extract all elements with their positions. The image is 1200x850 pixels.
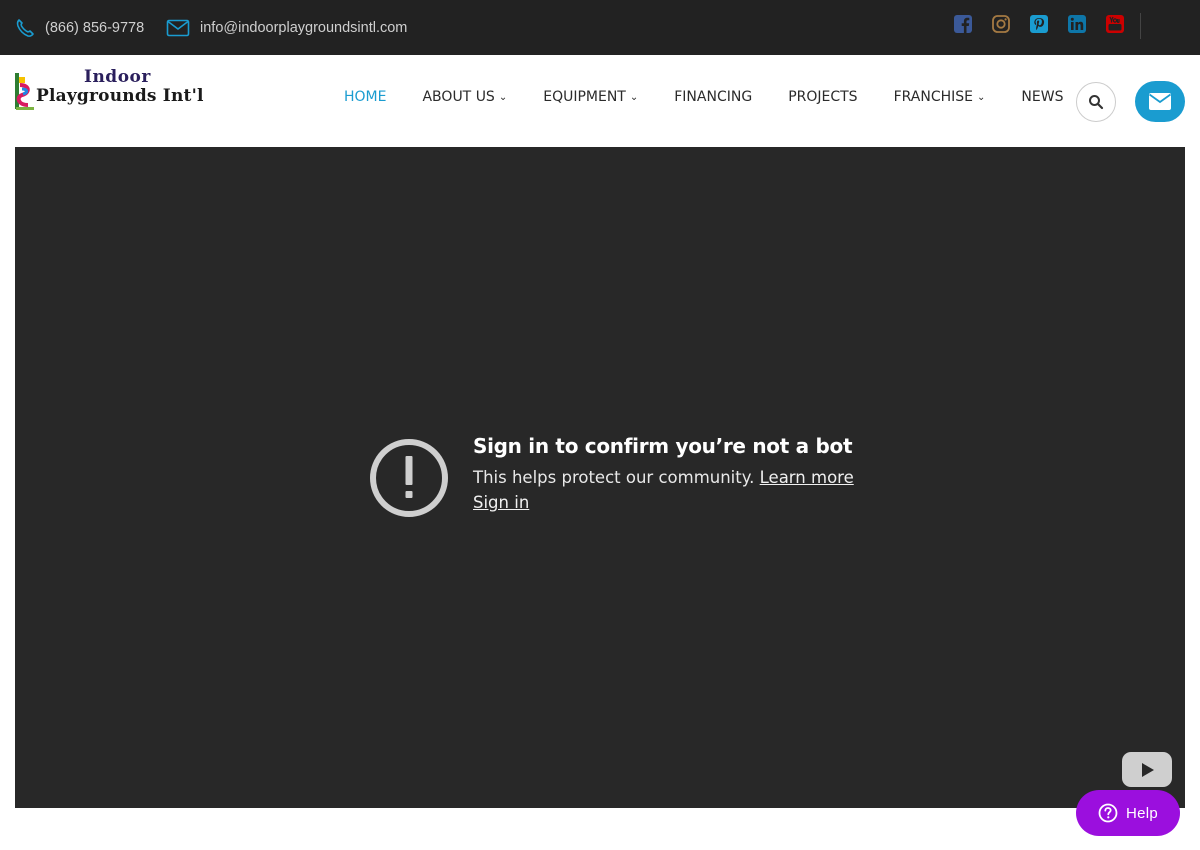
nav-about-us[interactable]: ABOUT US ⌄ [422,89,507,105]
question-circle-icon [1098,803,1118,823]
chevron-down-icon: ⌄ [498,91,508,103]
youtube-icon[interactable] [1105,14,1125,34]
nav-projects-label: PROJECTS [788,89,858,105]
sign-in-link[interactable]: Sign in [473,493,529,512]
linkedin-icon[interactable] [1067,14,1087,34]
top-bar: (866) 856-9778 info@indoorplaygroundsint… [0,0,1200,55]
search-button[interactable] [1076,82,1116,122]
bot-check-subtitle-text: This helps protect our community. [473,468,755,487]
youtube-play-button[interactable] [1122,752,1172,787]
nav-projects[interactable]: PROJECTS [788,89,857,105]
nav-home-label: HOME [344,89,387,105]
envelope-icon [166,19,190,37]
bot-check-message: Sign in to confirm you’re not a bot This… [473,434,854,513]
nav-news[interactable]: NEWS [1021,89,1063,105]
nav-equipment[interactable]: EQUIPMENT ⌄ [543,89,638,105]
logo-text-playgrounds: Playgrounds Int'l [36,86,204,106]
video-embed[interactable]: Sign in to confirm you’re not a bot This… [15,147,1185,808]
social-links [953,14,1143,34]
nav-financing-label: FINANCING [674,89,753,105]
email-address[interactable]: info@indoorplaygroundsintl.com [200,20,407,36]
chevron-down-icon: ⌄ [977,91,986,103]
nav-about-us-label: ABOUT US [422,89,495,105]
phone-number[interactable]: (866) 856-9778 [45,20,144,36]
site-header: Indoor Playgrounds Int'l HOME ABOUT US ⌄ … [0,55,1200,147]
learn-more-link[interactable]: Learn more [760,468,854,487]
email-contact[interactable]: info@indoorplaygroundsintl.com [166,0,407,55]
instagram-icon[interactable] [991,14,1011,34]
nav-home[interactable]: HOME [344,89,386,105]
nav-news-label: NEWS [1021,89,1064,105]
slide-logo-graphic [15,73,34,110]
topbar-divider [1140,13,1141,39]
bot-check-title: Sign in to confirm you’re not a bot [473,434,853,458]
phone-icon [15,18,35,38]
site-logo[interactable]: Indoor Playgrounds Int'l [14,67,203,115]
envelope-icon [1149,93,1171,110]
nav-financing[interactable]: FINANCING [674,89,752,105]
exclamation-circle-icon [370,439,448,517]
contact-mail-button[interactable] [1135,81,1185,122]
facebook-icon[interactable] [953,14,973,34]
nav-franchise[interactable]: FRANCHISE ⌄ [894,89,986,105]
nav-equipment-label: EQUIPMENT [543,89,626,105]
bot-check-subtitle: This helps protect our community. Learn … [473,468,854,487]
help-button[interactable]: Help [1076,790,1180,836]
nav-franchise-label: FRANCHISE [893,89,974,105]
main-nav: HOME ABOUT US ⌄ EQUIPMENT ⌄ FINANCING PROJ… [344,55,1063,139]
phone-contact[interactable]: (866) 856-9778 [15,0,144,55]
search-icon [1089,95,1104,110]
pinterest-icon[interactable] [1029,14,1049,34]
chevron-down-icon: ⌄ [629,91,639,103]
youtube-play-icon [1142,762,1154,777]
logo-text-indoor: Indoor [84,67,151,87]
help-label: Help [1125,804,1159,822]
